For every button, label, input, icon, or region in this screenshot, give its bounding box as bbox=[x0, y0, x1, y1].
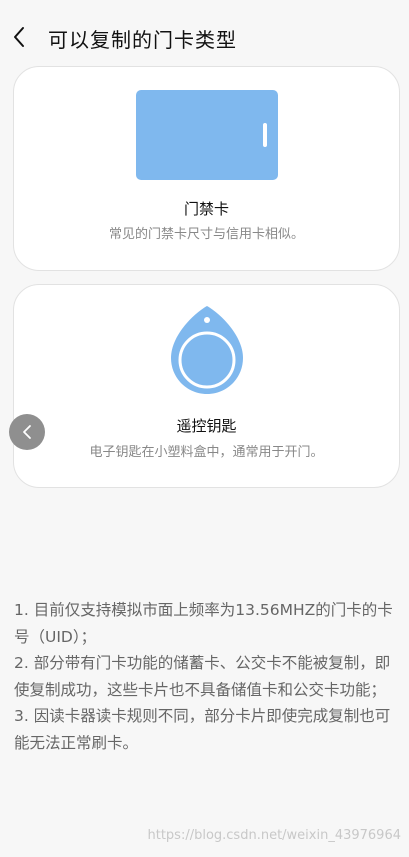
card-name: 门禁卡 bbox=[183, 200, 229, 218]
card-description: 常见的门禁卡尺寸与信用卡相似。 bbox=[108, 227, 304, 242]
header: 可以复制的门卡类型 bbox=[0, 14, 409, 62]
status-bar bbox=[0, 0, 409, 8]
page-title: 可以复制的门卡类型 bbox=[48, 28, 237, 52]
floating-back-button[interactable] bbox=[9, 414, 45, 450]
card-image bbox=[14, 90, 399, 180]
card-access-card[interactable]: 门禁卡 常见的门禁卡尺寸与信用卡相似。 bbox=[13, 66, 400, 271]
chevron-left-icon bbox=[23, 425, 31, 439]
card-image bbox=[14, 304, 399, 396]
note-item: 1. 目前仅支持模拟市面上频率为13.56MHZ的门卡的卡号（UID）； bbox=[14, 601, 393, 646]
key-fob-icon bbox=[170, 306, 243, 394]
card-name: 遥控钥匙 bbox=[176, 417, 237, 435]
note-item: 2. 部分带有门卡功能的储蓄卡、公交卡不能被复制，即使复制成功，这些卡片也不具备… bbox=[14, 654, 391, 699]
watermark: https://blog.csdn.net/weixin_43976964 bbox=[147, 828, 401, 843]
card-description: 电子钥匙在小塑料盒中，通常用于开门。 bbox=[89, 445, 324, 460]
card-key-fob[interactable]: 遥控钥匙 电子钥匙在小塑料盒中，通常用于开门。 bbox=[13, 284, 400, 488]
chevron-left-icon bbox=[14, 27, 24, 47]
notes: 1. 目前仅支持模拟市面上频率为13.56MHZ的门卡的卡号（UID）； 2. … bbox=[14, 597, 404, 756]
access-card-icon bbox=[135, 90, 278, 180]
back-button[interactable] bbox=[6, 22, 32, 52]
note-item: 3. 因读卡器读卡规则不同，部分卡片即使完成复制也可能无法正常刷卡。 bbox=[14, 707, 391, 752]
